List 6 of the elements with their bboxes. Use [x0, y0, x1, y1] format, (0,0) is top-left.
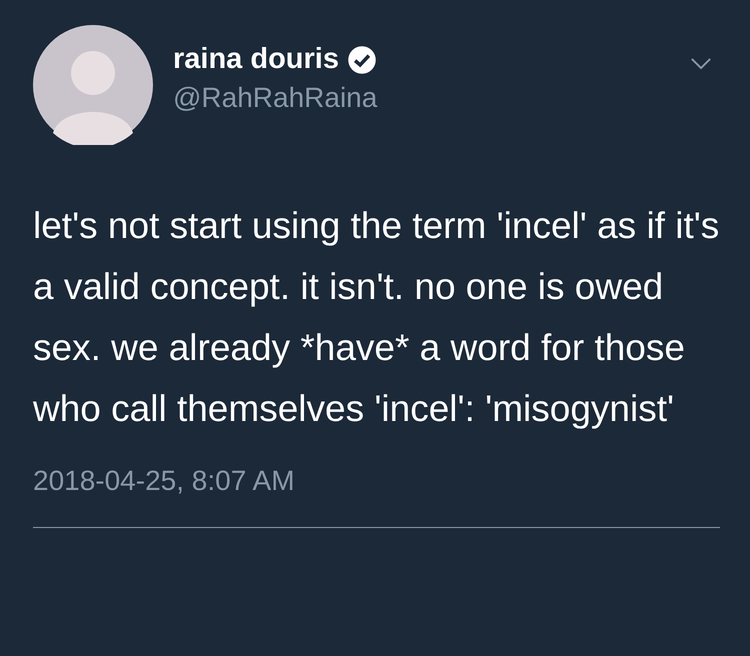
display-name[interactable]: raina douris	[173, 43, 339, 76]
user-handle[interactable]: @RahRahRaina	[173, 82, 378, 114]
chevron-down-icon[interactable]	[690, 57, 712, 70]
avatar[interactable]	[33, 25, 153, 145]
tweet-text: let's not start using the term 'incel' as if it's a valid concept. it isn't. no one is owed sex. we already *have* a word for those who call themselves 'incel': 'misogynist'	[33, 204, 720, 431]
timestamp: 2018-04-25, 8:07 AM	[33, 465, 295, 497]
